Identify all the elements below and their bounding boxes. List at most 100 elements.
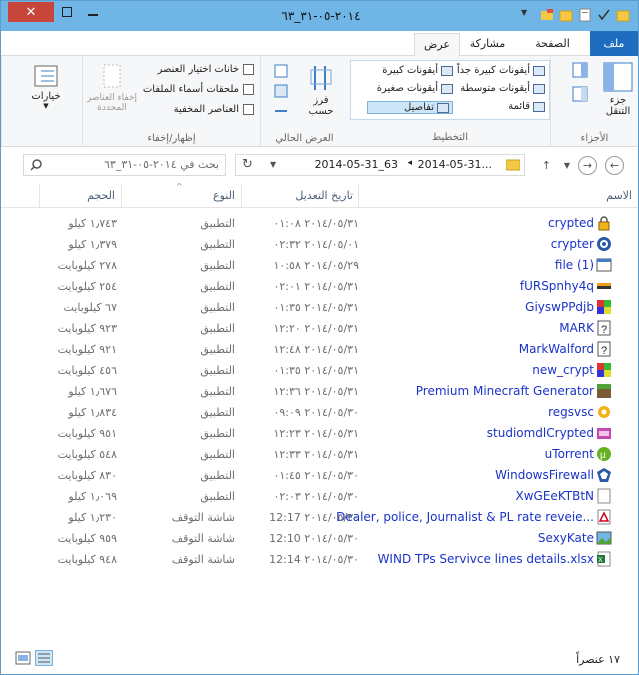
table-row[interactable]: new_crypt ٢٠١٤/٠٥/٣١ ٠١:٣٥ التطبيق ٤٥٦ كيلو… — [1, 360, 638, 381]
lock-icon — [596, 215, 612, 231]
details-view-icon[interactable] — [35, 650, 53, 666]
ribbon-view: جزء التنقل الأجزاء أيقونات كبيرة جداً أي… — [1, 56, 638, 147]
file-date: ٢٠١٤/٠٥/٣١ ٠١:٣٥ — [273, 301, 359, 314]
maximize-icon[interactable] — [54, 2, 80, 22]
show-hide-group: خانات اختيار العنصر ملحقات أسماء الملفات… — [82, 56, 260, 147]
group-by-icon[interactable] — [274, 64, 288, 78]
table-row[interactable]: studiomdlCrypted ٢٠١٤/٠٥/٣١ ١٢:٢٣ التطبيق ٩… — [1, 423, 638, 444]
table-row[interactable]: Premium Minecraft Generator ٢٠١٤/٠٥/٣١ ١٢… — [1, 381, 638, 402]
table-row[interactable]: fURSpnhy4q ٢٠١٤/٠٥/٣١ ٠٢:٠١ التطبيق ٢٥٤ كيل… — [1, 276, 638, 297]
folder-icon[interactable] — [559, 8, 573, 22]
checkbox[interactable] — [243, 64, 254, 75]
large-icons-view-icon[interactable] — [15, 651, 31, 665]
file-name[interactable]: Premium Minecraft Generator — [416, 384, 594, 398]
file-name[interactable]: MarkWalford — [519, 342, 594, 356]
hidden-items-toggle[interactable]: العناصر المخفية — [174, 104, 254, 115]
chevron-down-icon[interactable]: ▼ — [564, 161, 570, 170]
status-bar: ١٧ عنصراً — [1, 645, 638, 674]
file-size: ٩٢١ كيلوبايت — [57, 343, 117, 356]
layout-details[interactable]: تفاصيل — [367, 101, 453, 114]
back-icon[interactable]: ← — [605, 156, 624, 175]
table-row[interactable]: crypter ٢٠١٤/٠٥/٠١ ٠٢:٣٢ التطبيق ١٫٣٧٩ كيلو — [1, 234, 638, 255]
breadcrumb[interactable]: 2014-05-31... ◂ 2014-05-31_63 ▼ ↻ — [235, 154, 525, 176]
table-row[interactable]: crypted ٢٠١٤/٠٥/٣١ ٠١:٠٨ التطبيق ١٫٧٤٣ كيلو — [1, 213, 638, 234]
file-name[interactable]: XwGEeKTBtN — [516, 489, 594, 503]
file-name[interactable]: GiyswPPdjb — [525, 300, 594, 314]
details-pane-icon[interactable] — [572, 86, 588, 102]
file-extensions-toggle[interactable]: ملحقات أسماء الملفات — [143, 84, 254, 95]
options-button[interactable]: خيارات ▼ — [24, 64, 68, 110]
options-icon — [34, 65, 58, 87]
table-row[interactable]: file (1) ٢٠١٤/٠٥/٢٩ ١٠:٥٨ التطبيق ٢٧٨ كيلوب… — [1, 255, 638, 276]
sort-by-button[interactable]: فرز حسب — [304, 64, 338, 117]
minimize-icon[interactable] — [80, 2, 106, 22]
table-row[interactable]: Dealer, police, Journalist & PL rate rev… — [1, 507, 638, 528]
layout-list[interactable]: قائمة — [508, 101, 545, 112]
preview-pane-icon[interactable] — [572, 62, 588, 78]
item-checkboxes-toggle[interactable]: خانات اختيار العنصر — [157, 64, 254, 75]
file-name[interactable]: uTorrent — [545, 447, 594, 461]
tab-home[interactable]: الصفحة الرئيسية — [515, 33, 590, 72]
file-name[interactable]: file (1) — [555, 258, 594, 272]
file-name[interactable]: WIND TPs Servivce lines details.xlsx — [378, 552, 594, 566]
checkbox[interactable] — [243, 104, 254, 115]
table-row[interactable]: GiyswPPdjb ٢٠١٤/٠٥/٣١ ٠١:٣٥ التطبيق ٦٧ كيلو… — [1, 297, 638, 318]
file-name[interactable]: crypter — [551, 237, 594, 251]
chevron-down-icon[interactable]: ▼ — [270, 160, 276, 169]
add-columns-icon[interactable] — [274, 84, 288, 98]
table-row[interactable]: regsvsc ٢٠١٤/٠٥/٣٠ ٠٩:٠٩ التطبيق ١٫٨٣٤ كيلو — [1, 402, 638, 423]
column-header-date[interactable]: تاريخ التعديل — [241, 184, 359, 208]
properties-icon[interactable] — [578, 8, 592, 22]
refresh-icon[interactable]: ↻ — [242, 157, 253, 172]
search-input[interactable]: بحث في ٢٠١٤-٠٥-٣١_٦٣ — [23, 154, 226, 176]
file-name[interactable]: crypted — [548, 216, 594, 230]
address-bar-row: ↑ ▼ → ← 2014-05-31... ◂ 2014-05-31_63 ▼ … — [1, 147, 638, 183]
navigation-pane-button[interactable]: جزء التنقل — [602, 62, 634, 117]
forward-icon[interactable]: → — [578, 156, 597, 175]
file-name[interactable]: SexyKate — [538, 531, 594, 545]
window-title: ٢٠١٤-٠٥-٣١_٦٣ — [281, 9, 361, 23]
table-row[interactable]: ? MarkWalford ٢٠١٤/٠٥/٣١ ١٢:٤٨ التطبيق ٩٢١ ك… — [1, 339, 638, 360]
current-view-group: فرز حسب العرض الحالي — [260, 56, 348, 147]
file-name[interactable]: new_crypt — [532, 363, 594, 377]
mosaic-icon — [596, 299, 612, 315]
breadcrumb-folder[interactable]: 2014-05-31... — [418, 158, 492, 171]
tab-view[interactable]: عرض — [414, 33, 460, 56]
column-header-size[interactable]: الحجم — [39, 184, 121, 208]
file-name[interactable]: MARK — [559, 321, 594, 335]
tab-share[interactable]: مشاركة — [460, 33, 515, 56]
dropdown-arrow-icon[interactable]: ▼ — [521, 8, 535, 22]
up-arrow-icon[interactable]: ↑ — [537, 156, 556, 175]
close-icon[interactable]: ✕ — [8, 2, 54, 22]
layout-extra-large[interactable]: أيقونات كبيرة جداً — [457, 65, 545, 76]
table-row[interactable]: WindowsFirewall ٢٠١٤/٠٥/٣٠ ٠١:٤٥ التطبيق ٨٣… — [1, 465, 638, 486]
size-columns-icon[interactable] — [274, 104, 288, 118]
breadcrumb-current[interactable]: 2014-05-31_63 — [315, 158, 398, 171]
table-row[interactable]: ? MARK ٢٠١٤/٠٥/٣١ ١٢:٢٠ التطبيق ٩٢٣ كيلوبايت — [1, 318, 638, 339]
folder-new-icon[interactable] — [540, 8, 554, 22]
file-name[interactable]: regsvsc — [548, 405, 594, 419]
table-row[interactable]: µ uTorrent ٢٠١٤/٠٥/٣١ ١٢:٣٣ التطبيق ٥٤٨ كيلو… — [1, 444, 638, 465]
folder-icon[interactable] — [616, 8, 630, 22]
layout-medium[interactable]: أيقونات متوسطة — [460, 83, 545, 94]
layout-small[interactable]: أيقونات صغيرة — [377, 83, 453, 94]
hide-selected-button[interactable]: إخفاء العناصر المحددة — [86, 64, 138, 113]
file-name[interactable]: Dealer, police, Journalist & PL rate rev… — [336, 510, 594, 524]
tab-file[interactable]: ملف — [590, 31, 638, 56]
column-header-name[interactable]: الاسم — [358, 184, 638, 208]
layout-large[interactable]: أيقونات كبيرة — [382, 65, 453, 76]
file-name[interactable]: WindowsFirewall — [495, 468, 594, 482]
file-type: التطبيق — [200, 406, 235, 419]
search-icon[interactable] — [30, 159, 42, 171]
table-row[interactable]: SexyKate ٢٠١٤/٠٥/٣٠ 12:10 شاشة التوقف ٩٥٩ ك… — [1, 528, 638, 549]
check-icon[interactable] — [597, 8, 611, 22]
mosaic-icon — [596, 362, 612, 378]
checkbox[interactable] — [243, 84, 254, 95]
file-date: ٢٠١٤/٠٥/٣١ ١٢:٤٨ — [273, 343, 359, 356]
file-name[interactable]: fURSpnhy4q — [520, 279, 594, 293]
excel-icon: X — [596, 551, 612, 567]
table-row[interactable]: X WIND TPs Servivce lines details.xlsx ٢٠١… — [1, 549, 638, 570]
file-name[interactable]: studiomdlCrypted — [487, 426, 594, 440]
table-row[interactable]: XwGEeKTBtN ٢٠١٤/٠٥/٣٠ ٠٢:٠٣ التطبيق ١٫٠٦٩ ك… — [1, 486, 638, 507]
file-size: ٢٧٨ كيلوبايت — [57, 259, 117, 272]
